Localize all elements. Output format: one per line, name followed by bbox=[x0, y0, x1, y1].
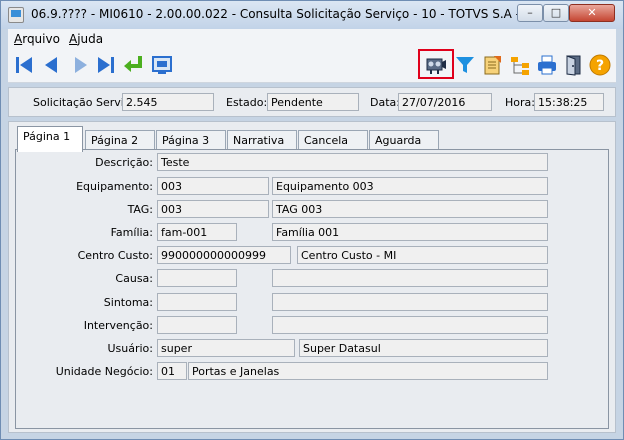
tab-cancela[interactable]: Cancela bbox=[298, 130, 368, 150]
header-info-bar: Solicitação Serviço: 2.545 Estado: Pende… bbox=[8, 87, 616, 117]
menu-arquivo-mnemonic: A bbox=[14, 32, 23, 46]
unidade-negocio-label: Unidade Negócio: bbox=[55, 365, 153, 378]
exit-icon[interactable] bbox=[562, 53, 586, 77]
tag-label: TAG: bbox=[127, 203, 153, 216]
tab-narrativa[interactable]: Narrativa bbox=[227, 130, 297, 150]
familia-code-field[interactable]: fam-001 bbox=[157, 223, 237, 241]
unidade-negocio-code-field[interactable]: 01 bbox=[157, 362, 187, 380]
maximize-button[interactable]: □ bbox=[543, 4, 569, 22]
tab-panel-pagina-1: Descrição: Teste Equipamento: 003 Equipa… bbox=[15, 149, 609, 429]
menu-arquivo[interactable]: Arquivo bbox=[14, 32, 60, 46]
app-icon bbox=[8, 7, 24, 23]
familia-desc-field[interactable]: Família 001 bbox=[272, 223, 548, 241]
screen-icon[interactable] bbox=[150, 53, 174, 77]
last-icon[interactable] bbox=[94, 53, 118, 77]
centro-custo-label: Centro Custo: bbox=[77, 249, 153, 262]
equipamento-label: Equipamento: bbox=[76, 180, 153, 193]
tab-aguarda[interactable]: Aguarda bbox=[369, 130, 439, 150]
print-icon[interactable] bbox=[535, 53, 559, 77]
application-window: 06.9.???? - MI0610 - 2.00.00.022 - Consu… bbox=[0, 0, 624, 440]
usuario-label: Usuário: bbox=[107, 342, 153, 355]
descricao-field[interactable]: Teste bbox=[157, 153, 548, 171]
return-icon[interactable] bbox=[122, 53, 146, 77]
minimize-button[interactable]: – bbox=[517, 4, 543, 22]
equipamento-desc-field[interactable]: Equipamento 003 bbox=[272, 177, 548, 195]
first-icon[interactable] bbox=[12, 53, 36, 77]
title-bar[interactable]: 06.9.???? - MI0610 - 2.00.00.022 - Consu… bbox=[1, 1, 623, 29]
intervencao-code-field[interactable] bbox=[157, 316, 237, 334]
tab-pagina-2[interactable]: Página 2 bbox=[85, 130, 155, 150]
sintoma-label: Sintoma: bbox=[103, 296, 153, 309]
tree-icon[interactable] bbox=[508, 53, 532, 77]
estado-label: Estado: bbox=[226, 96, 268, 109]
toolbar: ? bbox=[8, 47, 616, 83]
familia-label: Família: bbox=[110, 226, 153, 239]
intervencao-label: Intervenção: bbox=[83, 319, 153, 332]
close-button[interactable]: ✕ bbox=[569, 4, 615, 22]
hora-field[interactable]: 15:38:25 bbox=[534, 93, 604, 111]
svg-text:?: ? bbox=[596, 58, 604, 74]
causa-code-field[interactable] bbox=[157, 269, 237, 287]
filter-icon[interactable] bbox=[453, 53, 477, 77]
causa-label: Causa: bbox=[115, 272, 153, 285]
usuario-code-field[interactable]: super bbox=[157, 339, 295, 357]
tag-code-field[interactable]: 003 bbox=[157, 200, 269, 218]
sintoma-code-field[interactable] bbox=[157, 293, 237, 311]
menu-arquivo-label: rquivo bbox=[22, 32, 60, 46]
tab-pagina-3[interactable]: Página 3 bbox=[156, 130, 226, 150]
menu-ajuda[interactable]: Ajuda bbox=[69, 32, 103, 46]
causa-desc-field[interactable] bbox=[272, 269, 548, 287]
help-icon[interactable]: ? bbox=[588, 53, 612, 77]
estado-field[interactable]: Pendente bbox=[267, 93, 359, 111]
usuario-desc-field[interactable]: Super Datasul bbox=[299, 339, 548, 357]
main-content: Página 1 Página 2 Página 3 Narrativa Can… bbox=[8, 121, 616, 433]
sintoma-desc-field[interactable] bbox=[272, 293, 548, 311]
next-icon[interactable] bbox=[68, 53, 92, 77]
equipamento-code-field[interactable]: 003 bbox=[157, 177, 269, 195]
descricao-label: Descrição: bbox=[95, 156, 153, 169]
menu-ajuda-label: juda bbox=[77, 32, 104, 46]
tag-desc-field[interactable]: TAG 003 bbox=[272, 200, 548, 218]
filter-camera-icon[interactable] bbox=[424, 53, 448, 77]
report-icon[interactable] bbox=[480, 53, 504, 77]
solicitacao-field[interactable]: 2.545 bbox=[122, 93, 214, 111]
tab-pagina-1[interactable]: Página 1 bbox=[17, 126, 83, 152]
centro-custo-code-field[interactable]: 990000000000999 bbox=[157, 246, 291, 264]
menu-ajuda-mnemonic: A bbox=[69, 32, 78, 46]
intervencao-desc-field[interactable] bbox=[272, 316, 548, 334]
previous-icon[interactable] bbox=[40, 53, 64, 77]
unidade-negocio-desc-field[interactable]: Portas e Janelas bbox=[188, 362, 548, 380]
hora-label: Hora: bbox=[505, 96, 535, 109]
menu-bar: Arquivo Ajuda bbox=[8, 29, 616, 47]
data-field[interactable]: 27/07/2016 bbox=[398, 93, 492, 111]
centro-custo-desc-field[interactable]: Centro Custo - MI bbox=[297, 246, 548, 264]
data-label: Data: bbox=[370, 96, 400, 109]
